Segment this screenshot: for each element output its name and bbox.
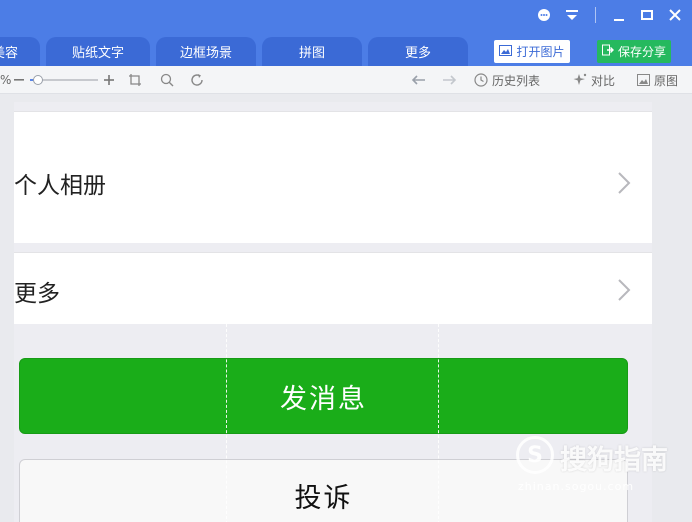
zoom-percent: %	[0, 73, 12, 87]
sparkle-icon	[573, 73, 587, 85]
grid-guide-line	[438, 324, 439, 522]
minimize-icon[interactable]	[610, 6, 628, 24]
menu-dropdown-icon[interactable]	[563, 6, 581, 24]
watermark-brand: 搜狗指南	[560, 445, 668, 476]
save-share-button[interactable]: 保存分享	[597, 40, 671, 63]
tab-label: 边框场景	[179, 46, 232, 61]
save-share-label: 保存分享	[617, 45, 666, 59]
tab-sticker-text[interactable]: 贴纸文字	[46, 37, 150, 66]
open-image-button[interactable]: 打开图片	[494, 40, 570, 63]
history-list-button[interactable]: 历史列表	[474, 71, 540, 89]
personal-album-row[interactable]: 个人相册	[14, 111, 652, 243]
chevron-right-icon	[618, 279, 631, 301]
tab-label: 贴纸文字	[71, 46, 124, 61]
tab-label: 更多	[404, 46, 431, 61]
watermark-url: zhinan.sogou.com	[518, 480, 635, 493]
tab-label: 美容	[0, 46, 19, 61]
export-icon	[601, 44, 614, 59]
compare-button[interactable]: 对比	[573, 71, 615, 89]
chevron-right-icon	[618, 172, 631, 194]
close-icon[interactable]	[666, 6, 684, 24]
history-list-label: 历史列表	[492, 73, 541, 88]
window-controls	[535, 6, 684, 24]
more-label: 更多	[14, 281, 60, 307]
send-message-label: 发消息	[280, 383, 367, 415]
watermark: S 搜狗指南 zhinan.sogou.com	[516, 436, 676, 496]
zoom-out-icon[interactable]	[14, 71, 24, 89]
maximize-icon[interactable]	[638, 6, 656, 24]
zoom-slider[interactable]	[30, 75, 98, 85]
clock-icon	[474, 73, 488, 87]
image-icon	[499, 44, 513, 59]
tab-frame-scene[interactable]: 边框场景	[156, 37, 256, 66]
crop-icon[interactable]	[128, 71, 142, 89]
feedback-icon[interactable]	[535, 6, 553, 24]
zoom-fit-icon[interactable]	[160, 71, 174, 89]
original-image-button[interactable]: 原图	[637, 71, 678, 89]
tab-beauty[interactable]: 美容	[0, 37, 40, 66]
grid-guide-line	[226, 324, 227, 522]
image-canvas: 个人相册 更多 发消息 投诉 S 搜狗指南 zhinan.sogou.com	[0, 94, 692, 522]
separator	[595, 7, 596, 23]
compare-label: 对比	[591, 73, 616, 88]
personal-album-label: 个人相册	[14, 173, 106, 199]
toolbar: % 历史列表 对比 原图	[0, 66, 692, 94]
more-row[interactable]: 更多	[14, 252, 652, 324]
tab-label: 拼图	[298, 46, 325, 61]
zoom-slider-handle[interactable]	[33, 75, 44, 85]
redo-icon[interactable]	[442, 71, 458, 89]
report-label: 投诉	[294, 482, 353, 514]
tab-collage[interactable]: 拼图	[262, 37, 362, 66]
zoom-in-icon[interactable]	[104, 71, 114, 89]
watermark-logo: S	[516, 436, 554, 474]
main-tabs: 美容 贴纸文字 边框场景 拼图 更多	[0, 37, 474, 66]
rotate-icon[interactable]	[190, 71, 204, 89]
send-message-button[interactable]: 发消息	[19, 358, 628, 434]
original-image-label: 原图	[654, 73, 679, 88]
tab-more[interactable]: 更多	[368, 37, 468, 66]
title-bar: 美容 贴纸文字 边框场景 拼图 更多 打开图片 保存分享	[0, 0, 692, 66]
undo-icon[interactable]	[410, 71, 426, 89]
picture-icon	[637, 74, 650, 86]
open-image-label: 打开图片	[516, 45, 565, 59]
